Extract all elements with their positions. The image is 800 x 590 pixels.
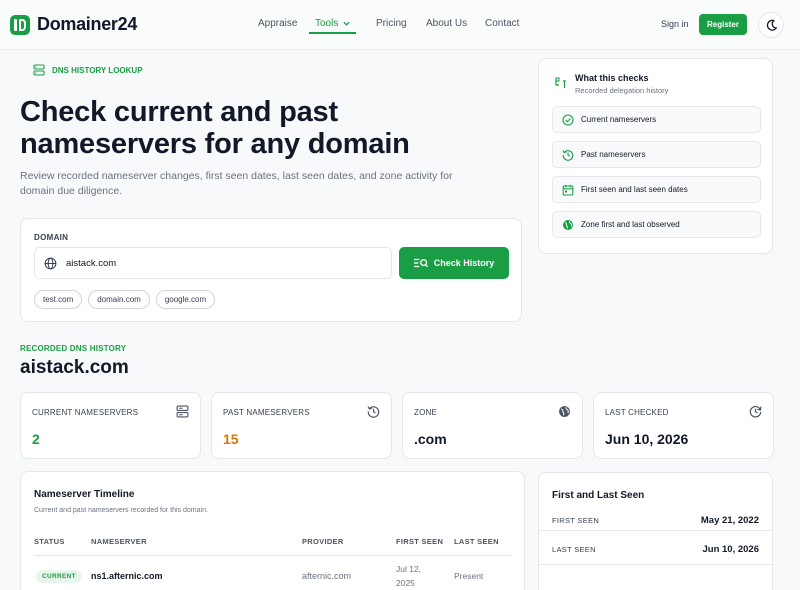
checks-header-text: What this checks Recorded delegation his… [575,73,668,95]
history-icon [367,406,380,418]
suggestion-chips: test.com domain.com google.com [34,290,216,309]
hero-eyebrow: DNS HISTORY LOOKUP [33,64,143,76]
logo-icon [10,14,30,35]
first-seen-label: FIRST SEEN [552,516,600,525]
dns-icon [555,77,566,88]
results-domain: aistack.com [20,357,129,378]
timeline-subtitle: Current and past nameservers recorded fo… [34,507,208,514]
check-history-label: Check History [433,258,495,268]
nav-contact[interactable]: Contact [485,18,519,29]
server-icon [33,64,45,76]
last-seen-cell: Present [454,571,484,581]
suggestion-chip[interactable]: google.com [155,290,216,309]
top-nav: Domainer24 Appraise Tools Pricing About … [0,0,800,50]
col-last-seen: LAST SEEN [454,537,499,546]
last-seen-value: Jun 10, 2026 [702,544,759,555]
brand-logo[interactable]: Domainer24 [10,14,137,35]
first-seen-cell: Jul 12, [396,564,422,574]
chevron-down-icon [343,21,351,26]
status-badge: CURRENT [36,570,82,583]
checks-header: What this checks Recorded delegation his… [555,73,668,95]
check-item-zone: Zone first and last observed [552,211,761,238]
suggestion-chip[interactable]: test.com [34,290,83,309]
hero-eyebrow-label: DNS HISTORY LOOKUP [52,65,143,75]
what-this-checks-card: What this checks Recorded delegation his… [538,58,773,254]
globe-icon [559,406,570,417]
divider [539,530,772,531]
nav-appraise[interactable]: Appraise [258,18,297,29]
stat-value: Jun 10, 2026 [605,431,689,447]
nameserver-cell: ns1.afternic.com [91,571,163,581]
stat-zone: ZONE .com [402,392,583,459]
provider-cell: afternic.com [302,571,352,581]
check-item-current: Current nameservers [552,106,761,133]
stat-past-nameservers: PAST NAMESERVERS 15 [211,392,392,459]
stat-value: 15 [223,431,239,447]
stat-label: PAST NAMESERVERS [223,408,310,417]
page-subtitle: Review recorded nameserver changes, firs… [20,170,453,197]
col-nameserver: NAMESERVER [91,537,147,546]
check-item-dates: First seen and last seen dates [552,176,761,203]
nameserver-timeline-card: Nameserver Timeline Current and past nam… [20,471,525,590]
check-item-label: Past nameservers [581,150,646,159]
stat-last-checked: LAST CHECKED Jun 10, 2026 [593,392,774,459]
nav-about[interactable]: About Us [426,18,467,29]
nav-tools-label: Tools [315,18,339,29]
table-divider [34,555,512,556]
brand-name: Domainer24 [37,14,138,34]
stat-label: ZONE [414,408,438,417]
timeline-title: Nameserver Timeline [34,489,135,500]
search-list-icon [413,258,428,268]
first-last-title: First and Last Seen [552,490,645,501]
divider [539,564,772,565]
check-item-label: Current nameservers [581,115,657,124]
signin-link[interactable]: Sign in [661,19,689,29]
domain-input[interactable]: aistack.com [34,247,392,279]
col-first-seen: FIRST SEEN [396,537,444,546]
first-seen-cell-year: 2025 [396,578,415,588]
clock-refresh-icon [749,405,762,418]
globe-icon [44,257,57,269]
page-title: Check current and past nameservers for a… [20,96,410,160]
results-eyebrow: RECORDED DNS HISTORY [20,344,127,353]
globe-icon [563,219,573,230]
domain-label: DOMAIN [34,233,69,242]
stat-label: LAST CHECKED [605,408,669,417]
check-circle-icon [562,113,574,126]
last-seen-label: LAST SEEN [552,545,596,554]
checks-title: What this checks [575,73,649,83]
active-nav-indicator [309,32,356,34]
stat-value: 2 [32,431,40,447]
check-history-button[interactable]: Check History [399,247,509,279]
moon-icon [766,19,777,31]
theme-toggle-button[interactable] [758,12,784,38]
stat-value: .com [414,431,447,447]
server-icon [176,405,189,418]
history-icon [562,149,574,161]
stat-current-nameservers: CURRENT NAMESERVERS 2 [20,392,201,459]
domain-input-value: aistack.com [66,257,117,269]
first-last-seen-card: First and Last Seen FIRST SEEN May 21, 2… [538,472,773,590]
check-item-label: First seen and last seen dates [581,185,688,194]
nav-tools[interactable]: Tools [315,18,351,29]
calendar-icon [562,184,574,196]
checks-subtitle: Recorded delegation history [575,86,669,95]
check-item-past: Past nameservers [552,141,761,168]
col-provider: PROVIDER [302,537,344,546]
nav-pricing[interactable]: Pricing [376,18,407,29]
register-button[interactable]: Register [699,14,747,35]
suggestion-chip[interactable]: domain.com [88,290,150,309]
domain-search-card: DOMAIN aistack.com Check History test.co… [20,218,522,322]
check-item-label: Zone first and last observed [581,220,680,229]
col-status: STATUS [34,537,65,546]
first-seen-value: May 21, 2022 [700,515,759,526]
stat-label: CURRENT NAMESERVERS [32,408,139,417]
